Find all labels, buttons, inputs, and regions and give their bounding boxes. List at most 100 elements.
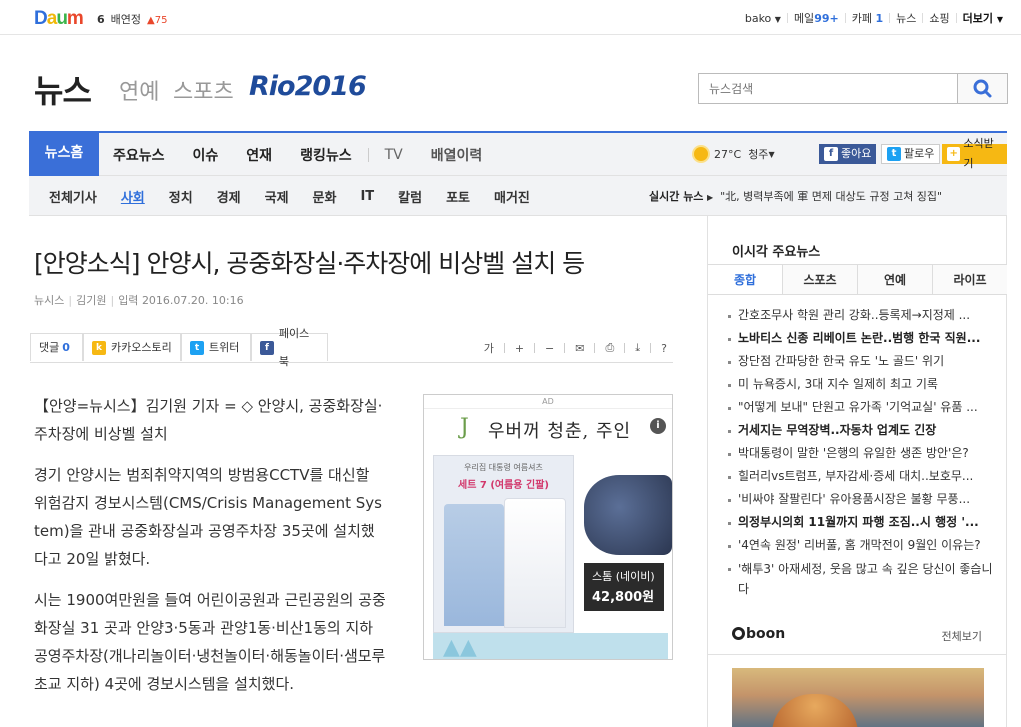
cafe-link[interactable]: 카페 1 <box>846 10 889 26</box>
arrow-up-icon: ▲ <box>147 15 155 26</box>
subnav-culture[interactable]: 문화 <box>313 187 337 206</box>
logo-letter: m <box>66 8 84 29</box>
tab-life[interactable]: 라이프 <box>932 265 1007 294</box>
mail-link[interactable]: 메일99+ <box>788 10 845 26</box>
tab-main-news[interactable]: 주요뉴스 <box>99 145 179 165</box>
list-item[interactable]: 힐러리vs트럼프, 부자감세·증세 대치..보호무... <box>726 465 996 488</box>
rio2016-link[interactable]: Rio2016 <box>249 71 367 102</box>
divider <box>650 343 652 353</box>
subnav-politics[interactable]: 정치 <box>169 187 193 206</box>
oneboon-ring-icon <box>732 627 745 640</box>
tab-sports[interactable]: 스포츠 <box>782 265 857 294</box>
list-item[interactable]: 간호조무사 학원 관리 강화..등록제→지정제 ... <box>726 304 996 327</box>
daum-logo[interactable]: Daum <box>34 8 84 30</box>
tab-series[interactable]: 연재 <box>232 145 286 165</box>
list-item[interactable]: 거세지는 무역장벽..자동차 업계도 긴장 <box>726 419 996 442</box>
zoom-in-icon[interactable]: + <box>515 342 524 355</box>
zoom-out-icon[interactable]: − <box>545 342 554 355</box>
tab-ranking[interactable]: 랭킹뉴스 <box>286 145 366 165</box>
article-author[interactable]: 김기원 <box>76 294 106 307</box>
chevron-right-icon: ▶ <box>706 193 714 202</box>
tab-history[interactable]: 배열이력 <box>417 145 497 165</box>
burger-photo[interactable] <box>732 668 984 727</box>
download-icon[interactable]: ⤓ <box>635 341 640 355</box>
kakaostory-icon: k <box>92 340 106 355</box>
news-brand[interactable]: 뉴스 <box>34 66 92 112</box>
view-all-link[interactable]: 전체보기 <box>942 628 982 644</box>
tab-entertainment[interactable]: 연예 <box>857 265 932 294</box>
ad-label: AD <box>424 395 672 409</box>
subnav-society[interactable]: 사회 <box>121 187 145 206</box>
sidebar-tabs: 종합 스포츠 연예 라이프 <box>708 264 1007 295</box>
list-item[interactable]: 박대통령이 말한 '은행의 유일한 생존 방안'은? <box>726 442 996 465</box>
trending-keyword[interactable]: 6 배연정 ▲75 <box>97 11 167 27</box>
tab-tv[interactable]: TV <box>371 147 417 163</box>
sidebar: 이시각 주요뉴스 종합 스포츠 연예 라이프 간호조무사 학원 관리 강화..등… <box>707 216 1007 727</box>
list-item[interactable]: '해투3' 아재세정, 웃음 많고 속 깊은 당신이 좋습니다 <box>726 557 996 599</box>
user-menu[interactable]: bako ▼ <box>739 12 787 25</box>
sidebar-news-list: 간호조무사 학원 관리 강화..등록제→지정제 ... 노바티스 신종 리베이트… <box>726 304 996 599</box>
subnav-it[interactable]: IT <box>360 189 374 204</box>
help-icon[interactable]: ? <box>661 342 667 355</box>
comments-button[interactable]: 댓글 0 <box>30 333 83 361</box>
font-size-icon[interactable]: 가 <box>484 340 494 356</box>
shopping-link[interactable]: 쇼핑 <box>923 10 955 26</box>
list-item[interactable]: "어떻게 보내" 단원고 유가족 '기억교실' 유품 ... <box>726 396 996 419</box>
follow-label: 팔로우 <box>904 147 935 160</box>
ad-banner-graphic: ▲▲ <box>443 635 477 660</box>
list-item[interactable]: 의정부시의회 11월까지 파행 조짐..시 행정 '... <box>726 511 996 534</box>
mail-icon[interactable]: ✉ <box>575 342 584 355</box>
subnav-economy[interactable]: 경제 <box>217 187 241 206</box>
list-item[interactable]: '비싸야 잘팔린다' 유아용품시장은 불황 무풍... <box>726 488 996 511</box>
info-icon[interactable]: i <box>650 418 666 434</box>
article-meta: 뉴시스 | 김기원 | 입력 2016.07.20. 10:16 <box>34 292 244 308</box>
logo-letter: a <box>46 8 58 29</box>
subnav-column[interactable]: 칼럼 <box>398 187 422 206</box>
news-link[interactable]: 뉴스 <box>890 10 922 26</box>
list-item[interactable]: 미 뉴욕증시, 3대 지수 일제히 최고 기록 <box>726 373 996 396</box>
subnav-photo[interactable]: 포토 <box>446 187 470 206</box>
article-source[interactable]: 뉴시스 <box>34 294 64 307</box>
entertainment-link[interactable]: 연예 <box>119 74 159 106</box>
caret-down-icon: ▼ <box>996 15 1003 24</box>
ad-panel-line2: 세트 7 (여름용 긴팔) <box>458 480 549 491</box>
facebook-share-button[interactable]: f 페이스북 <box>251 327 328 368</box>
ad-shirt-panel: 우리집 대통령 여름셔츠 세트 7 (여름용 긴팔) <box>433 455 574 633</box>
tab-news-home[interactable]: 뉴스홈 <box>29 131 99 176</box>
twitter-follow-button[interactable]: t 팔로우 <box>881 144 941 164</box>
kakaostory-share-button[interactable]: k 카카오스토리 <box>83 333 181 361</box>
subnav-international[interactable]: 국제 <box>265 187 289 206</box>
oneboon-text: boon <box>746 626 786 642</box>
print-icon[interactable]: ⎙ <box>605 341 614 355</box>
tab-general[interactable]: 종합 <box>708 265 782 294</box>
divider <box>594 343 596 353</box>
subscribe-button[interactable]: + 소식받기 <box>942 137 1007 170</box>
mail-label: 메일 <box>793 12 815 25</box>
list-item[interactable]: '4연속 원정' 리버풀, 홈 개막전이 9월인 이유는? <box>726 534 996 557</box>
twitter-label: 트위터 <box>209 340 240 354</box>
article-body: 【안양=뉴시스】김기원 기자 = ◇ 안양시, 공중화장실·주차장에 비상벨 설… <box>34 392 386 711</box>
oneboon-logo[interactable]: boon <box>732 626 785 642</box>
tab-issue[interactable]: 이슈 <box>179 145 233 165</box>
search-button[interactable] <box>957 74 1007 103</box>
divider <box>367 147 369 162</box>
list-item[interactable]: 장단점 간파당한 한국 유도 '노 골드' 위기 <box>726 350 996 373</box>
facebook-like-button[interactable]: f 좋아요 <box>819 144 877 164</box>
list-item[interactable]: 노바티스 신종 리베이트 논란..범행 한국 직원... <box>726 327 996 350</box>
nav-tabs: 주요뉴스 이슈 연재 랭킹뉴스 TV 배열이력 <box>99 133 496 176</box>
sports-link[interactable]: 스포츠 <box>173 74 234 106</box>
trend-change: ▲75 <box>147 15 167 26</box>
burger-image <box>772 694 858 727</box>
advertisement[interactable]: AD J 우버꺼 청춘, 주인 i 우리집 대통령 여름셔츠 세트 7 (여름용… <box>423 394 673 660</box>
realtime-news[interactable]: 실시간 뉴스 ▶ "北, 병력부족에 軍 면제 대상도 규정 고쳐 징집" <box>649 188 942 204</box>
ad-panel-line1: 우리집 대통령 여름셔츠 <box>464 463 543 472</box>
more-label: 더보기 <box>962 12 993 25</box>
search-input[interactable] <box>699 74 958 103</box>
shoe-image <box>584 475 672 555</box>
subnav-all[interactable]: 전체기사 <box>49 187 97 206</box>
weather-widget[interactable]: 27°C 청주 ▼ <box>694 146 775 162</box>
caret-down-icon: ▼ <box>768 149 775 159</box>
twitter-share-button[interactable]: t 트위터 <box>181 333 251 361</box>
subnav-magazine[interactable]: 매거진 <box>494 187 530 206</box>
more-menu[interactable]: 더보기 ▼ <box>957 10 1009 26</box>
